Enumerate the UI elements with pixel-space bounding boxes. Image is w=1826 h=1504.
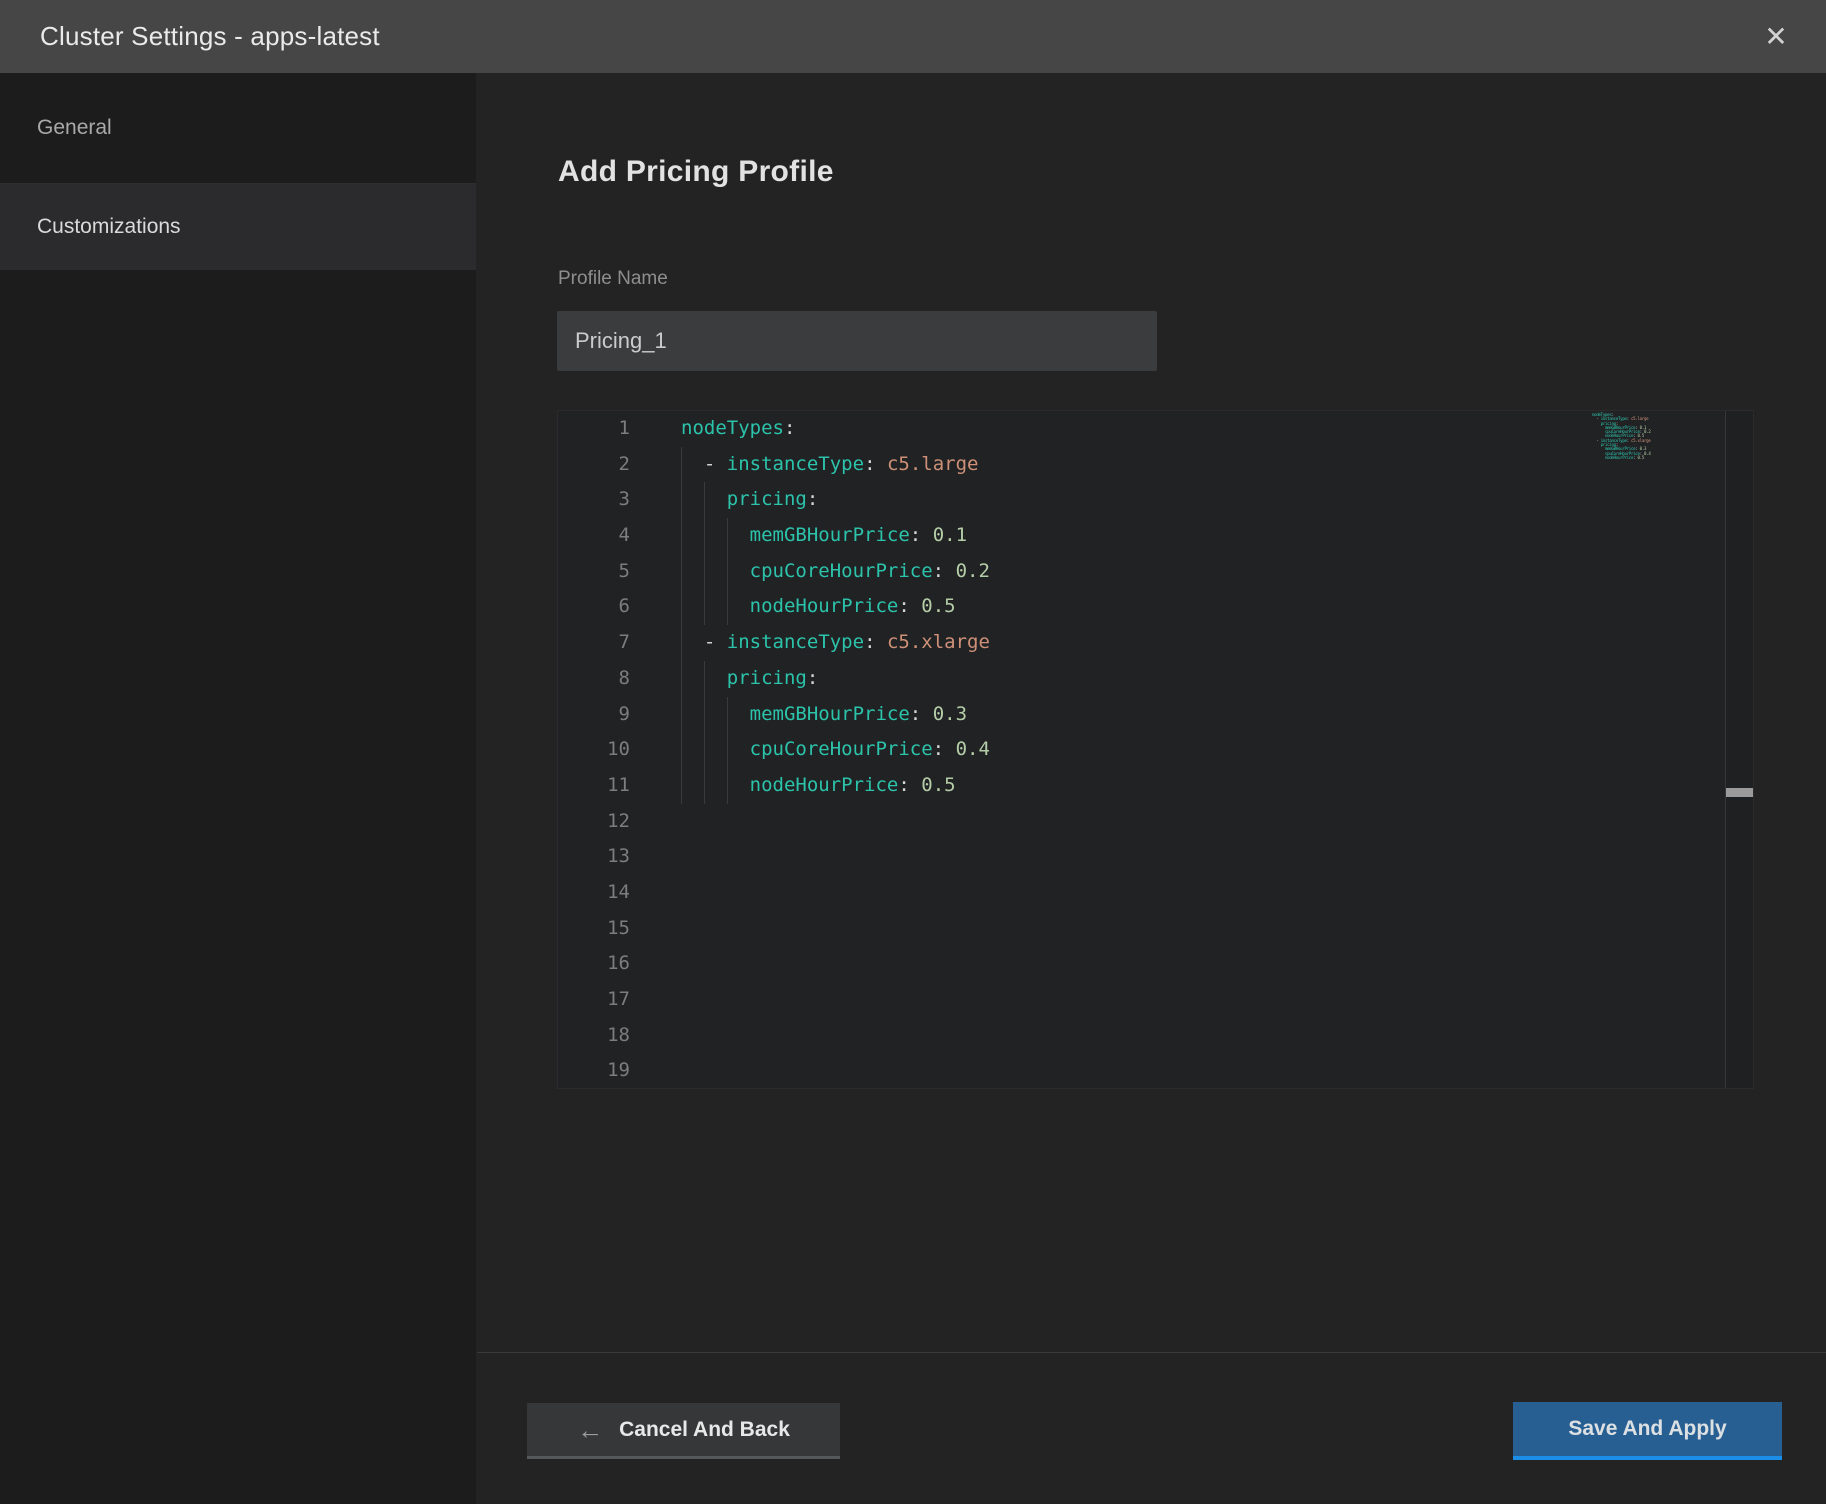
indent-guide <box>681 518 682 554</box>
arrow-left-icon: ← <box>577 1417 603 1443</box>
profile-name-input[interactable] <box>557 311 1157 371</box>
editor-line: 4 memGBHourPrice: 0.1 <box>558 518 1753 554</box>
editor-line: 15 <box>558 911 1753 947</box>
scrollbar-cursor-marker <box>1726 788 1753 797</box>
sidebar-item-customizations[interactable]: Customizations <box>0 184 476 270</box>
indent-guide <box>681 661 682 697</box>
line-number: 4 <box>558 518 630 554</box>
line-number: 2 <box>558 447 630 483</box>
line-code: cpuCoreHourPrice: 0.2 <box>681 554 990 590</box>
line-number: 18 <box>558 1018 630 1054</box>
line-number: 14 <box>558 875 630 911</box>
sidebar-item-general[interactable]: General <box>0 73 476 184</box>
close-icon: ✕ <box>1764 21 1787 52</box>
editor-line: 2 - instanceType: c5.large <box>558 447 1753 483</box>
editor-line: 14 <box>558 875 1753 911</box>
editor-line: 10 cpuCoreHourPrice: 0.4 <box>558 732 1753 768</box>
indent-guide <box>681 697 682 733</box>
editor-line: 19 <box>558 1053 1753 1089</box>
line-code: - instanceType: c5.xlarge <box>681 625 990 661</box>
line-code: nodeHourPrice: 0.5 <box>681 589 956 625</box>
indent-guide <box>681 768 682 804</box>
editor-line: 18 <box>558 1018 1753 1054</box>
editor-scrollbar[interactable] <box>1725 411 1753 1088</box>
settings-sidebar: General Customizations <box>0 73 476 1504</box>
line-code: memGBHourPrice: 0.3 <box>681 697 967 733</box>
line-code: pricing: <box>681 482 818 518</box>
indent-guide <box>704 589 705 625</box>
indent-guide <box>727 518 728 554</box>
line-number: 1 <box>558 411 630 447</box>
editor-line: 11 nodeHourPrice: 0.5 <box>558 768 1753 804</box>
indent-guide <box>681 732 682 768</box>
indent-guide <box>681 447 682 483</box>
indent-guide <box>704 661 705 697</box>
line-code: memGBHourPrice: 0.1 <box>681 518 967 554</box>
main-panel: Add Pricing Profile Profile Name 1 nodeTy… <box>476 73 1826 1504</box>
line-number: 15 <box>558 911 630 947</box>
line-number: 8 <box>558 661 630 697</box>
line-number: 19 <box>558 1053 630 1089</box>
indent-guide <box>704 697 705 733</box>
line-number: 10 <box>558 732 630 768</box>
editor-line: 17 <box>558 982 1753 1018</box>
sidebar-item-label: Customizations <box>37 215 181 239</box>
profile-name-label: Profile Name <box>558 268 668 290</box>
save-button-label: Save And Apply <box>1568 1417 1726 1441</box>
line-number: 12 <box>558 804 630 840</box>
footer-divider <box>477 1352 1826 1353</box>
line-code: pricing: <box>681 661 818 697</box>
line-number: 16 <box>558 946 630 982</box>
editor-line: 12 <box>558 804 1753 840</box>
indent-guide <box>727 554 728 590</box>
line-number: 13 <box>558 839 630 875</box>
cancel-button-label: Cancel And Back <box>619 1418 790 1442</box>
indent-guide <box>681 482 682 518</box>
modal-title-bar: Cluster Settings - apps-latest ✕ <box>0 0 1826 73</box>
close-button[interactable]: ✕ <box>1754 15 1798 59</box>
line-number: 11 <box>558 768 630 804</box>
editor-line: 6 nodeHourPrice: 0.5 <box>558 589 1753 625</box>
indent-guide <box>681 554 682 590</box>
line-code: - instanceType: c5.large <box>681 447 978 483</box>
indent-guide <box>681 625 682 661</box>
editor-line: 16 <box>558 946 1753 982</box>
line-number: 6 <box>558 589 630 625</box>
line-number: 5 <box>558 554 630 590</box>
indent-guide <box>727 732 728 768</box>
indent-guide <box>727 697 728 733</box>
save-and-apply-button[interactable]: Save And Apply <box>1513 1402 1782 1460</box>
yaml-code-editor[interactable]: 1nodeTypes:2 - instanceType: c5.large3 p… <box>557 410 1754 1089</box>
editor-lines: 1nodeTypes:2 - instanceType: c5.large3 p… <box>558 411 1753 1089</box>
editor-line: 8 pricing: <box>558 661 1753 697</box>
indent-guide <box>727 589 728 625</box>
indent-guide <box>704 482 705 518</box>
editor-line: 3 pricing: <box>558 482 1753 518</box>
indent-guide <box>704 554 705 590</box>
line-number: 17 <box>558 982 630 1018</box>
page-title: Add Pricing Profile <box>558 155 834 189</box>
indent-guide <box>727 768 728 804</box>
line-code: nodeHourPrice: 0.5 <box>681 768 956 804</box>
editor-line: 5 cpuCoreHourPrice: 0.2 <box>558 554 1753 590</box>
indent-guide <box>704 518 705 554</box>
editor-line: 9 memGBHourPrice: 0.3 <box>558 697 1753 733</box>
editor-line: 1 nodeTypes: <box>558 411 1753 447</box>
line-number: 9 <box>558 697 630 733</box>
cancel-and-back-button[interactable]: ← Cancel And Back <box>527 1403 840 1459</box>
line-number: 3 <box>558 482 630 518</box>
editor-minimap[interactable]: nodeTypes: - instanceType: c5.large pric… <box>1592 413 1680 460</box>
modal-title: Cluster Settings - apps-latest <box>40 21 380 52</box>
line-code: cpuCoreHourPrice: 0.4 <box>681 732 990 768</box>
editor-line: 13 <box>558 839 1753 875</box>
indent-guide <box>681 589 682 625</box>
editor-line: 7 - instanceType: c5.xlarge <box>558 625 1753 661</box>
sidebar-item-label: General <box>37 116 112 140</box>
indent-guide <box>704 768 705 804</box>
line-code: nodeTypes: <box>681 411 795 447</box>
indent-guide <box>704 732 705 768</box>
line-number: 7 <box>558 625 630 661</box>
